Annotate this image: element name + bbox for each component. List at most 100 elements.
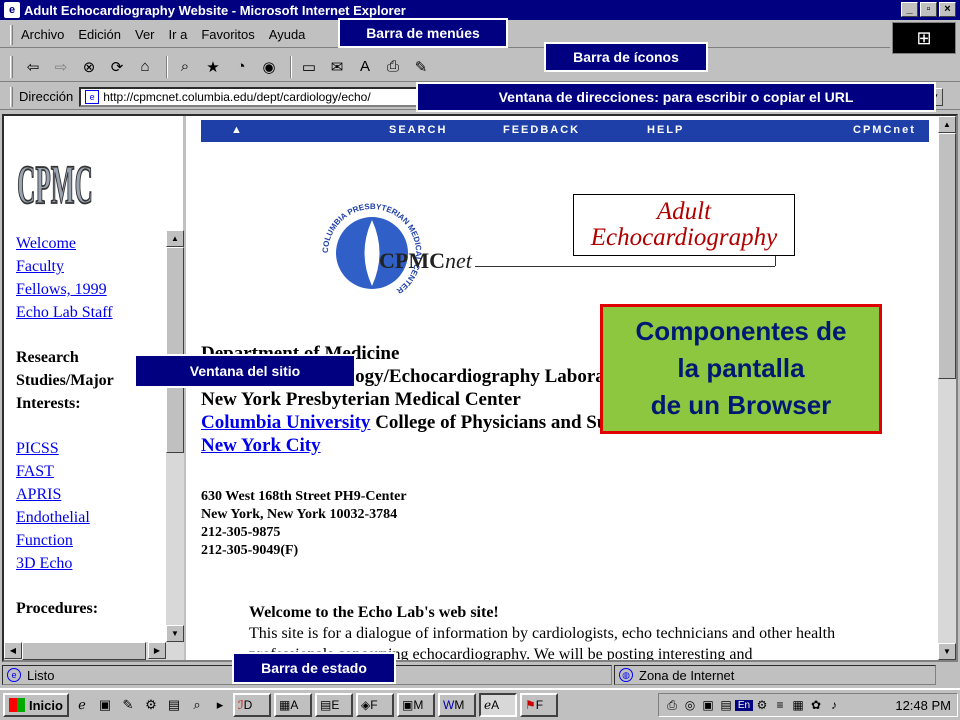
cpmc-logo[interactable]: CPMC: [16, 126, 108, 216]
nav-link-welcome[interactable]: Welcome: [16, 232, 114, 255]
quicklaunch-more-icon[interactable]: ▸: [210, 695, 230, 715]
nav-cpmcnet-link[interactable]: CPMCnet: [853, 124, 916, 136]
main-scroll-down-button[interactable]: ▼: [938, 643, 956, 660]
task-button[interactable]: ▤ E: [315, 693, 353, 717]
ie-app-icon[interactable]: e: [4, 2, 20, 18]
left-horizontal-scrollbar[interactable]: ◀ ▶: [4, 642, 184, 660]
nav-link-staff[interactable]: Echo Lab Staff: [16, 301, 114, 324]
fullscreen-icon[interactable]: ▭: [297, 56, 321, 78]
nav-link-function[interactable]: Function: [16, 529, 114, 552]
print-icon[interactable]: ⎙: [381, 56, 405, 78]
home-icon[interactable]: ⌂: [133, 56, 157, 78]
nav-link-endothelial[interactable]: Endothelial: [16, 506, 114, 529]
toolbar-grip[interactable]: [10, 55, 13, 78]
nav-search-link[interactable]: SEARCH: [389, 124, 447, 136]
quicklaunch-network-icon[interactable]: ⚙: [141, 695, 161, 715]
site-nav: Welcome Faculty Fellows, 1999 Echo Lab S…: [16, 232, 114, 620]
menu-ayuda[interactable]: Ayuda: [269, 27, 306, 42]
scroll-thumb[interactable]: [166, 247, 184, 453]
tray-flower-icon[interactable]: ✿: [807, 698, 825, 712]
callout-iconbar: Barra de íconos: [544, 42, 708, 72]
tray-media-icon[interactable]: ◎: [681, 698, 699, 712]
columbia-university-link[interactable]: Columbia University: [201, 412, 370, 433]
status-zone-pane[interactable]: ◍ Zona de Internet: [614, 665, 936, 685]
windows-flag-icon: [9, 698, 25, 712]
nav-help-link[interactable]: HELP: [647, 124, 684, 136]
quicklaunch-ie-icon[interactable]: ℯ: [72, 695, 92, 715]
menu-ir-a[interactable]: Ir a: [169, 27, 188, 42]
scroll-up-button[interactable]: ▲: [166, 230, 184, 247]
start-label: Inicio: [29, 697, 63, 713]
title-bar[interactable]: e Adult Echocardiography Website - Micro…: [0, 0, 960, 20]
menu-edicion[interactable]: Edición: [78, 27, 121, 42]
tray-language-icon[interactable]: En: [735, 699, 753, 711]
tray-bars-icon[interactable]: ≡: [771, 698, 789, 712]
quicklaunch-desktop-icon[interactable]: ▣: [95, 695, 115, 715]
callout-browser-components: Componentes de la pantalla de un Browser: [600, 304, 882, 434]
nav-feedback-link[interactable]: FEEDBACK: [503, 124, 580, 136]
cpmcnet-wordmark: CPMCnet: [379, 248, 472, 274]
menu-archivo[interactable]: Archivo: [21, 27, 64, 42]
task-button-active[interactable]: ℯA: [479, 693, 517, 717]
scroll-down-button[interactable]: ▼: [166, 625, 184, 642]
taskbar-clock[interactable]: 12:48 PM: [895, 698, 951, 713]
svg-text:CPMC: CPMC: [17, 155, 93, 215]
cpmcnet-wordmark-main: CPMC: [379, 248, 445, 273]
edit-icon[interactable]: ✎: [409, 56, 433, 78]
menu-favoritos[interactable]: Favoritos: [201, 27, 254, 42]
task-button[interactable]: ℐD: [233, 693, 271, 717]
nav-link-fast[interactable]: FAST: [16, 460, 114, 483]
addressbar-grip[interactable]: [10, 86, 13, 107]
minimize-button[interactable]: _: [901, 2, 918, 17]
tray-volume-icon[interactable]: ♪: [825, 698, 843, 712]
nav-link-picss[interactable]: PICSS: [16, 437, 114, 460]
menu-ver[interactable]: Ver: [135, 27, 155, 42]
forward-icon[interactable]: ⇨: [49, 56, 73, 78]
main-scroll-thumb[interactable]: [938, 133, 956, 379]
callout-main-line1: Componentes de: [635, 316, 847, 346]
h-scroll-thumb[interactable]: [22, 642, 146, 660]
task-button[interactable]: ◈ F: [356, 693, 394, 717]
channels-icon[interactable]: ◉: [257, 56, 281, 78]
font-icon[interactable]: A: [353, 56, 377, 78]
address-label: Dirección: [19, 89, 74, 104]
nav-link-fellows[interactable]: Fellows, 1999: [16, 278, 114, 301]
scroll-left-button[interactable]: ◀: [4, 642, 22, 659]
nav-link-faculty[interactable]: Faculty: [16, 255, 114, 278]
up-arrow-icon[interactable]: ▲: [231, 124, 244, 136]
main-vertical-scrollbar[interactable]: ▲ ▼: [938, 116, 956, 660]
main-scroll-up-button[interactable]: ▲: [938, 116, 956, 133]
task-button[interactable]: ▣ M: [397, 693, 435, 717]
nav-link-apris[interactable]: APRIS: [16, 483, 114, 506]
menubar-grip[interactable]: [10, 24, 13, 45]
maximize-button[interactable]: ▫: [920, 2, 937, 17]
history-icon[interactable]: ◔: [229, 56, 253, 78]
mail-icon[interactable]: ✉: [325, 56, 349, 78]
research-heading-3: Interests:: [16, 395, 81, 412]
quicklaunch-folder-icon[interactable]: ▤: [164, 695, 184, 715]
stop-icon[interactable]: ⊗: [77, 56, 101, 78]
procedures-heading: Procedures:: [16, 600, 99, 617]
welcome-heading: Welcome to the Echo Lab's web site!: [249, 604, 499, 621]
quicklaunch-search-icon[interactable]: ⌕: [187, 695, 207, 715]
tray-blocks-icon[interactable]: ▦: [789, 698, 807, 712]
left-vertical-scrollbar[interactable]: ▲ ▼: [166, 230, 184, 642]
tray-network-icon[interactable]: ⚙: [753, 698, 771, 712]
nav-link-3d-echo[interactable]: 3D Echo: [16, 552, 114, 575]
back-icon[interactable]: ⇦: [21, 56, 45, 78]
start-button[interactable]: Inicio: [3, 693, 69, 717]
scroll-right-button[interactable]: ▶: [148, 642, 166, 659]
search-icon[interactable]: ⌕: [173, 56, 197, 78]
close-button[interactable]: ×: [939, 2, 956, 17]
favorites-icon[interactable]: ★: [201, 56, 225, 78]
task-button[interactable]: WM: [438, 693, 476, 717]
tray-printer-icon[interactable]: ⎙: [663, 698, 681, 713]
refresh-icon[interactable]: ⟳: [105, 56, 129, 78]
task-button[interactable]: ▦ A: [274, 693, 312, 717]
new-york-city-link[interactable]: New York City: [201, 435, 321, 456]
tray-display-icon[interactable]: ▣: [699, 698, 717, 712]
research-heading-2: Studies/Major: [16, 372, 114, 389]
quicklaunch-edit-icon[interactable]: ✎: [118, 695, 138, 715]
tray-app-icon[interactable]: ▤: [717, 698, 735, 712]
task-button[interactable]: ⚑ F: [520, 693, 558, 717]
